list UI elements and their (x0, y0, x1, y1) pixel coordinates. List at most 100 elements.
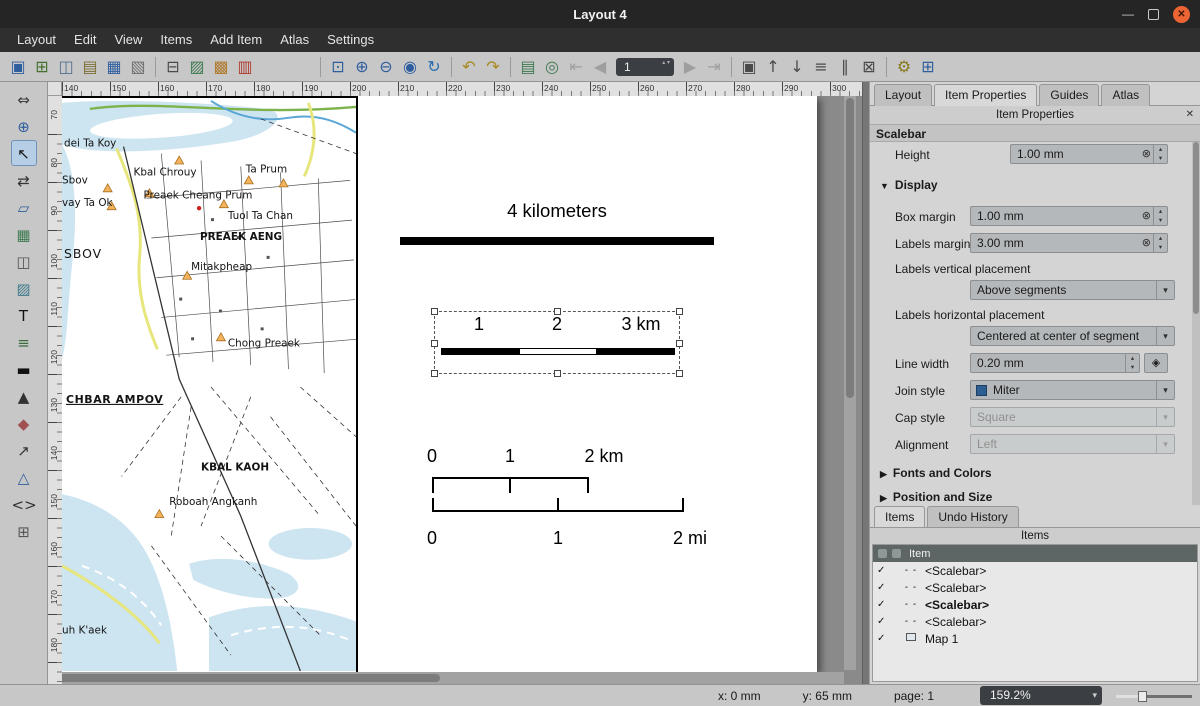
spinner-arrows[interactable]: ▴▾ (1125, 354, 1139, 372)
menu-add-item[interactable]: Add Item (201, 28, 271, 52)
new-layout-icon[interactable]: ⊞ (30, 55, 54, 79)
undo-icon[interactable]: ↶ (457, 55, 481, 79)
spinner-arrows[interactable]: ▴▾ (1153, 145, 1167, 163)
atlas-first-icon[interactable]: ⇤ (564, 55, 588, 79)
add-node-item-tool[interactable]: △ (11, 464, 37, 490)
move-item-content-tool[interactable]: ⇄ (11, 167, 37, 193)
add-shape-tool[interactable]: ◆ (11, 410, 37, 436)
canvas-horizontal-scrollbar[interactable] (48, 672, 844, 684)
spinner-arrows[interactable]: ▴▾ (1153, 234, 1167, 252)
add-arrow-tool[interactable]: ↗ (11, 437, 37, 463)
zoom-slider-thumb[interactable] (1138, 691, 1147, 702)
scalebar-numeric-bar[interactable] (400, 237, 714, 245)
atlas-settings-icon[interactable]: ▤ (516, 55, 540, 79)
save-project-icon[interactable]: ▣ (6, 55, 30, 79)
scalebar-numeric-title[interactable]: 4 kilometers (400, 200, 714, 222)
zoom-out-icon[interactable]: ⊖ (374, 55, 398, 79)
scalebar-selected[interactable]: 1 2 3 km (434, 311, 680, 374)
group-items-icon[interactable]: ▣ (737, 55, 761, 79)
selection-handle[interactable] (676, 308, 683, 315)
scalebar-mi-ticks[interactable] (432, 498, 684, 512)
raise-items-icon[interactable]: ↑ (761, 55, 785, 79)
pan-tool[interactable]: ⇔ (11, 86, 37, 112)
scalebar-km-ticks[interactable] (432, 477, 589, 491)
print-icon[interactable]: ⊟ (161, 55, 185, 79)
add-3d-map-tool[interactable]: ◫ (11, 248, 37, 274)
refresh-view-icon[interactable]: ↻ (422, 55, 446, 79)
tab-items[interactable]: Items (874, 506, 925, 527)
tab-undo-history[interactable]: Undo History (927, 506, 1018, 527)
duplicate-layout-icon[interactable]: ◫ (54, 55, 78, 79)
save-as-template-icon[interactable]: ▦ (102, 55, 126, 79)
redo-icon[interactable]: ↷ (481, 55, 505, 79)
tab-item-properties[interactable]: Item Properties (934, 84, 1037, 106)
zoom-tool[interactable]: ⊕ (11, 113, 37, 139)
minimize-button[interactable]: — (1122, 0, 1134, 28)
menu-edit[interactable]: Edit (65, 28, 105, 52)
add-map-tool[interactable]: ▦ (11, 221, 37, 247)
zoom-in-icon[interactable]: ⊕ (350, 55, 374, 79)
tab-guides[interactable]: Guides (1039, 84, 1099, 106)
labels-vertical-placement-dropdown[interactable]: Above segments ▾ (970, 280, 1175, 300)
add-picture-tool[interactable]: ▨ (11, 275, 37, 301)
atlas-prev-icon[interactable]: ◀ (588, 55, 612, 79)
items-row-map[interactable]: ✓Map 1 (873, 630, 1197, 647)
clear-value-icon[interactable]: ⊗ (1142, 207, 1151, 225)
panel-close-icon[interactable]: ✕ (1186, 106, 1194, 124)
zoom-full-icon[interactable]: ⊡ (326, 55, 350, 79)
box-margin-spinbox[interactable]: 1.00 mm ⊗ ▴▾ (970, 206, 1168, 226)
tab-atlas[interactable]: Atlas (1101, 84, 1150, 106)
selection-handle[interactable] (431, 340, 438, 347)
add-north-arrow-tool[interactable]: ▲ (11, 383, 37, 409)
items-row-scalebar[interactable]: ✓- -<Scalebar> (873, 562, 1197, 579)
visibility-checkbox[interactable]: ✓ (877, 565, 889, 576)
items-row-scalebar[interactable]: ✓- -<Scalebar> (873, 579, 1197, 596)
selection-handle[interactable] (431, 308, 438, 315)
display-group-header[interactable]: ▼Display (880, 178, 938, 192)
add-legend-tool[interactable]: ≡ (11, 329, 37, 355)
maximize-button[interactable] (1148, 9, 1159, 20)
add-scalebar-tool[interactable]: ▬ (11, 356, 37, 382)
zoom-slider[interactable] (1116, 687, 1192, 705)
edit-nodes-tool[interactable]: ▱ (11, 194, 37, 220)
join-style-dropdown[interactable]: Miter ▾ (970, 380, 1175, 400)
close-button[interactable]: ✕ (1173, 6, 1190, 23)
height-spinbox[interactable]: 1.00 mm ⊗ ▴▾ (1010, 144, 1168, 164)
layout-page[interactable]: dei Ta KoyKbal ChrouyTa PrumSbovPreaek C… (62, 96, 817, 672)
clear-value-icon[interactable]: ⊗ (1142, 234, 1151, 252)
visibility-checkbox[interactable]: ✓ (877, 616, 889, 627)
layout-canvas[interactable]: 1401501601701801902002102202302402502602… (48, 82, 862, 684)
canvas-vertical-scrollbar[interactable] (844, 96, 856, 670)
line-width-spinbox[interactable]: 0.20 mm ▴▾ (970, 353, 1140, 373)
tab-layout[interactable]: Layout (874, 84, 932, 106)
vertical-ruler[interactable]: 708090100110120130140150160170180 (48, 96, 62, 684)
menu-view[interactable]: View (105, 28, 151, 52)
zoom-combo[interactable]: 159.2% ▾ (980, 686, 1102, 705)
selection-handle[interactable] (676, 340, 683, 347)
export-pdf-icon[interactable]: ▥ (233, 55, 257, 79)
atlas-page-field[interactable]: 1▴ ▾ (616, 58, 674, 76)
export-svg-icon[interactable]: ▩ (209, 55, 233, 79)
selection-handle[interactable] (431, 370, 438, 377)
labels-margin-spinbox[interactable]: 3.00 mm ⊗ ▴▾ (970, 233, 1168, 253)
visibility-checkbox[interactable]: ✓ (877, 582, 889, 593)
properties-scrollbar[interactable] (1192, 142, 1200, 505)
clear-value-icon[interactable]: ⊗ (1142, 145, 1151, 163)
menu-layout[interactable]: Layout (8, 28, 65, 52)
export-image-icon[interactable]: ▨ (185, 55, 209, 79)
fonts-colors-group-header[interactable]: ▶Fonts and Colors (880, 466, 992, 480)
visibility-checkbox[interactable]: ✓ (877, 599, 889, 610)
select-move-item-tool[interactable]: ↖ (11, 140, 37, 166)
lower-items-icon[interactable]: ↓ (785, 55, 809, 79)
selection-handle[interactable] (554, 308, 561, 315)
settings-gear-icon[interactable]: ⚙ (892, 55, 916, 79)
load-template-icon[interactable]: ▧ (126, 55, 150, 79)
add-html-tool[interactable]: <> (11, 491, 37, 517)
spinner-arrows[interactable]: ▴▾ (1153, 207, 1167, 225)
atlas-next-icon[interactable]: ▶ (678, 55, 702, 79)
horizontal-ruler[interactable]: 1401501601701801902002102202302402502602… (62, 82, 862, 96)
selection-handle[interactable] (554, 370, 561, 377)
distribute-items-icon[interactable]: ∥ (833, 55, 857, 79)
panel-options-icon[interactable]: ⊞ (916, 55, 940, 79)
labels-horizontal-placement-dropdown[interactable]: Centered at center of segment ▾ (970, 326, 1175, 346)
